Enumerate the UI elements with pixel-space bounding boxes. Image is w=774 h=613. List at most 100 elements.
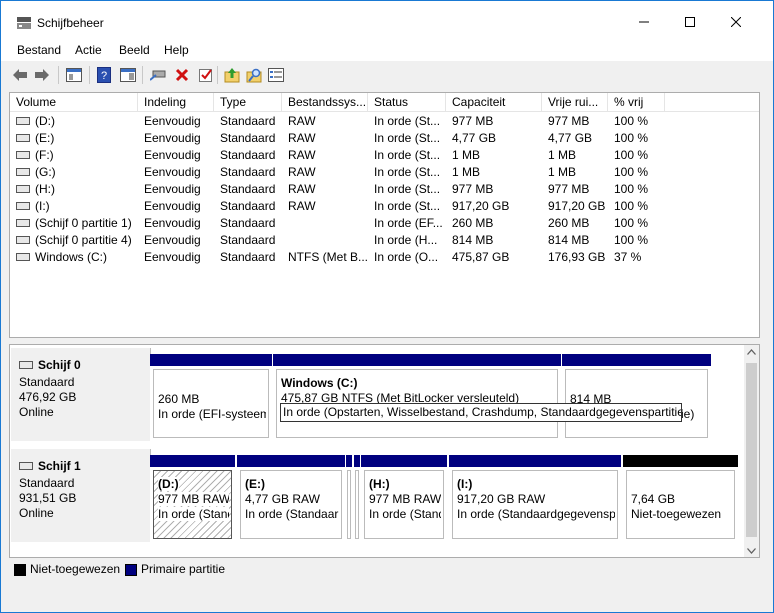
disk-0-partition-windows[interactable]: Windows (C:) 475,87 GB NTFS (Met BitLock…	[273, 354, 561, 441]
cell-text: Standaard	[220, 233, 276, 247]
help-icon[interactable]: ?	[95, 66, 113, 84]
search-folder-icon[interactable]	[245, 66, 263, 84]
cell-text: 100 %	[614, 148, 649, 162]
partition-title: Windows (C:)	[281, 376, 358, 390]
menu-beeld[interactable]: Beeld	[119, 43, 150, 57]
table-cell: Standaard	[220, 215, 284, 232]
table-cell: 977 MB	[548, 113, 610, 130]
table-cell: (H:)	[16, 181, 134, 198]
table-cell: Standaard	[220, 181, 284, 198]
partition-bar-primary	[273, 354, 561, 366]
table-cell: 1 MB	[452, 147, 544, 164]
table-cell: Eenvoudig	[144, 249, 216, 266]
disk-1-partition-g[interactable]	[354, 455, 360, 542]
delete-icon[interactable]	[173, 66, 191, 84]
table-cell: 1 MB	[548, 164, 610, 181]
column-header-status[interactable]: Status	[368, 93, 446, 111]
disk-1-unallocated[interactable]: 7,64 GB Niet-toegewezen	[623, 455, 738, 542]
disk-1-info[interactable]: Schijf 1 Standaard 931,51 GB Online	[11, 449, 151, 542]
disk-1-partition-f[interactable]	[346, 455, 352, 542]
table-row[interactable]: (H:) Eenvoudig Standaard RAW In orde (St... 9…	[10, 181, 759, 198]
disk-1-partition-i[interactable]: (I:) 917,20 GB RAW In orde (Standaardgeg…	[449, 455, 621, 542]
cell-text: Standaard	[220, 165, 276, 179]
partition-bar-primary	[237, 455, 345, 467]
cell-text: In orde (St...	[374, 199, 441, 213]
scroll-up-icon[interactable]	[747, 349, 756, 355]
minimize-button[interactable]	[621, 1, 667, 37]
table-cell: 4,77 GB	[548, 130, 610, 147]
check-icon[interactable]	[197, 66, 215, 84]
disk-0-partition-4[interactable]: 814 MB ie)	[562, 354, 711, 441]
table-row[interactable]: (Schijf 0 partitie 4) Eenvoudig Standaard I…	[10, 232, 759, 249]
disk-1-partition-d[interactable]: (D:) 977 MB RAW In orde (Standaa	[150, 455, 235, 542]
partition-status: In orde (Standaa	[158, 507, 229, 521]
table-cell: Standaard	[220, 164, 284, 181]
properties-icon[interactable]	[267, 66, 285, 84]
table-cell: 814 MB	[452, 232, 544, 249]
table-row[interactable]: (F:) Eenvoudig Standaard RAW In orde (St... 1…	[10, 147, 759, 164]
disk-1-partition-h[interactable]: (H:) 977 MB RAW In orde (Standaa	[361, 455, 447, 542]
scrollbar-thumb[interactable]	[746, 363, 757, 537]
column-header-indeling[interactable]: Indeling	[138, 93, 214, 111]
partition-bar-primary	[562, 354, 711, 366]
table-cell: 100 %	[614, 113, 674, 130]
menu-bestand[interactable]: Bestand	[17, 43, 61, 57]
table-cell: RAW	[288, 113, 370, 130]
disk-1-size: 931,51 GB	[19, 491, 77, 505]
table-cell: In orde (H...	[374, 232, 448, 249]
connect-drive-icon[interactable]	[149, 66, 167, 84]
close-button[interactable]	[713, 1, 759, 37]
column-header-procent-vrij[interactable]: % vrij	[608, 93, 665, 111]
table-cell: 977 MB	[548, 181, 610, 198]
cell-text: 100 %	[614, 114, 649, 128]
vertical-scrollbar[interactable]	[744, 345, 759, 557]
partition-bar-primary	[361, 455, 447, 467]
menu-help[interactable]: Help	[164, 43, 189, 57]
table-cell	[288, 215, 370, 232]
toolbar-separator	[217, 66, 218, 84]
disk-0-info[interactable]: Schijf 0 Standaard 476,92 GB Online	[11, 348, 151, 441]
disk-0-partition-1[interactable]: 260 MB In orde (EFI-systeem	[150, 354, 272, 441]
drive-icon	[16, 235, 30, 244]
table-cell: (E:)	[16, 130, 134, 147]
table-cell: Standaard	[220, 147, 284, 164]
table-row[interactable]: (E:) Eenvoudig Standaard RAW In orde (St... 4…	[10, 130, 759, 147]
maximize-button[interactable]	[667, 1, 713, 37]
table-cell: In orde (O...	[374, 249, 448, 266]
cell-text: 260 MB	[452, 216, 494, 230]
column-header-type[interactable]: Type	[214, 93, 282, 111]
column-header-bestandssysteem[interactable]: Bestandssys...	[282, 93, 368, 111]
table-row[interactable]: Windows (C:) Eenvoudig Standaard NTFS (Met …	[10, 249, 759, 266]
volume-list[interactable]: Volume Indeling Type Bestandssys... Stat…	[9, 92, 760, 338]
column-header-volume[interactable]: Volume	[10, 93, 138, 111]
show-action-pane-icon[interactable]	[119, 66, 137, 84]
table-cell: Eenvoudig	[144, 232, 216, 249]
toolbar-separator	[89, 66, 90, 84]
cell-text: (E:)	[35, 131, 55, 145]
cell-text: 176,93 GB	[548, 250, 606, 264]
column-header-vrije-ruimte[interactable]: Vrije rui...	[542, 93, 608, 111]
folder-up-icon[interactable]	[223, 66, 241, 84]
table-row[interactable]: (Schijf 0 partitie 1) Eenvoudig Standaard I…	[10, 215, 759, 232]
legend: Niet-toegewezen Primaire partitie	[9, 559, 758, 579]
menu-bar: Bestand Actie Beeld Help	[1, 37, 773, 61]
forward-icon[interactable]	[33, 66, 51, 84]
disk-1-type: Standaard	[19, 476, 75, 490]
table-cell: 977 MB	[452, 113, 544, 130]
scroll-down-icon[interactable]	[747, 548, 756, 554]
table-row[interactable]: (I:) Eenvoudig Standaard RAW In orde (St... 9…	[10, 198, 759, 215]
cell-text: 977 MB	[452, 114, 494, 128]
column-header-capaciteit[interactable]: Capaciteit	[446, 93, 542, 111]
table-row[interactable]: (G:) Eenvoudig Standaard RAW In orde (St... 1…	[10, 164, 759, 181]
cell-text: RAW	[288, 199, 316, 213]
svg-text:?: ?	[101, 70, 107, 82]
console-tree-icon[interactable]	[65, 66, 83, 84]
cell-text: 100 %	[614, 233, 649, 247]
status-bar	[1, 583, 773, 612]
menu-actie[interactable]: Actie	[75, 43, 102, 57]
cell-text: 1 MB	[548, 148, 577, 162]
drive-icon	[16, 252, 30, 261]
disk-1-partition-e[interactable]: (E:) 4,77 GB RAW In orde (Standaar	[237, 455, 345, 542]
table-row[interactable]: (D:) Eenvoudig Standaard RAW In orde (St... 9…	[10, 113, 759, 130]
back-icon[interactable]	[11, 66, 29, 84]
